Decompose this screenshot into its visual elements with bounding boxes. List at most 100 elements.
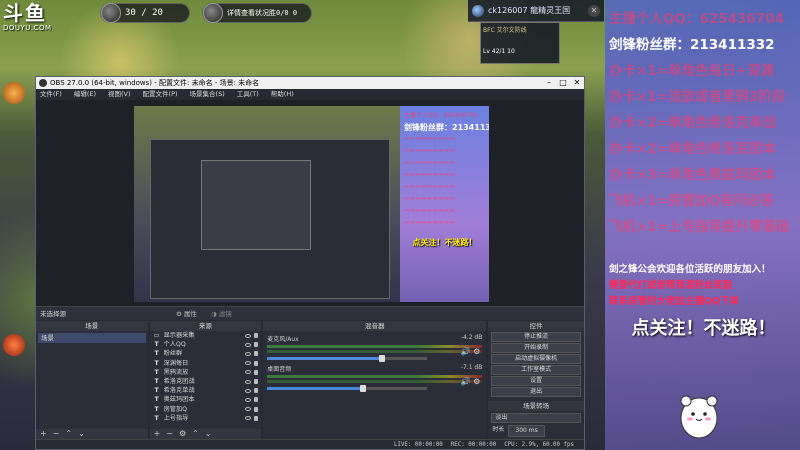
- visibility-icon[interactable]: [245, 333, 252, 338]
- transitions-title: 场景转场: [488, 401, 584, 411]
- character-panel-title: BFC 艾尔文防线: [483, 27, 527, 34]
- source-row[interactable]: T 粉丝群: [150, 349, 262, 358]
- quest-hud[interactable]: 详情查看状况胜0/0 0: [202, 3, 312, 23]
- menu-item[interactable]: 工具(T): [237, 89, 259, 100]
- lock-icon[interactable]: [254, 360, 259, 366]
- text-source-icon: T: [154, 405, 159, 413]
- lock-icon[interactable]: [254, 351, 259, 357]
- sources-toolbar: + − ⚙ ⌃ ⌄: [149, 429, 262, 439]
- level-meter: [267, 350, 483, 353]
- cpu-status: CPU: 2.9%, 60.00 fps: [504, 442, 574, 448]
- lock-icon[interactable]: [254, 415, 259, 421]
- overlay-line: 剑锋粉丝群：213411332: [609, 37, 775, 53]
- preview-game-capture: [134, 106, 400, 302]
- character-card[interactable]: ck126007 龍精灵王国 ✕: [468, 0, 604, 22]
- duration-input[interactable]: 300 ms: [508, 425, 545, 437]
- speaker-icon[interactable]: 🔊 ⚙: [461, 347, 481, 356]
- preview-canvas: 主播个人QQ：625436704 剑锋粉丝群：213411332 ▬▬▬▬▬▬▬…: [134, 106, 489, 302]
- visibility-icon[interactable]: [245, 361, 252, 366]
- properties-button[interactable]: ⚙ 属性: [176, 307, 197, 321]
- visibility-icon[interactable]: [245, 388, 252, 393]
- douyu-logo: 斗鱼 DOUYU.COM: [3, 1, 52, 32]
- control-button[interactable]: 退出: [491, 387, 581, 397]
- filters-button[interactable]: ◑ 滤镜: [211, 307, 232, 321]
- visibility-icon[interactable]: [245, 342, 252, 347]
- overlay-line: 办卡×2=单角色希洛克团本: [609, 141, 777, 157]
- close-icon[interactable]: ✕: [588, 4, 600, 17]
- visibility-icon[interactable]: [245, 397, 252, 402]
- lock-icon[interactable]: [254, 369, 259, 375]
- source-row[interactable]: T 希洛克单战: [150, 386, 262, 395]
- scene-item[interactable]: 场景: [38, 333, 146, 343]
- lock-icon[interactable]: [254, 379, 259, 385]
- source-name: 个人QQ: [163, 341, 186, 349]
- visibility-icon[interactable]: [245, 351, 252, 356]
- menu-item[interactable]: 视图(V): [108, 89, 131, 100]
- lock-icon[interactable]: [254, 388, 259, 394]
- control-button[interactable]: 启动虚拟摄像机: [491, 354, 581, 364]
- text-source-icon: T: [154, 341, 159, 349]
- lock-icon[interactable]: [254, 333, 259, 339]
- visibility-icon[interactable]: [245, 370, 252, 375]
- control-button[interactable]: 停止推流: [491, 332, 581, 342]
- source-row[interactable]: T 深渊每日: [150, 359, 262, 368]
- menu-item[interactable]: 场景集合(S): [190, 89, 225, 100]
- source-row[interactable]: T 希洛克团战: [150, 377, 262, 386]
- volume-slider[interactable]: [267, 355, 428, 362]
- sources-title: 来源: [149, 321, 262, 331]
- overlay-line: 办卡×2=单角色希洛克单战: [609, 115, 777, 131]
- remove-scene-icon[interactable]: −: [53, 429, 60, 439]
- lock-icon[interactable]: [254, 406, 259, 412]
- menu-item[interactable]: 编辑(E): [74, 89, 96, 100]
- close-window-icon[interactable]: ✕: [570, 77, 584, 89]
- energy-hud: 30 / 20: [100, 3, 190, 23]
- menu-item[interactable]: 配置文件(P): [143, 89, 178, 100]
- transition-select[interactable]: 淡出: [491, 413, 581, 423]
- maximize-icon[interactable]: □: [556, 77, 570, 89]
- follow-banner: 点关注！不迷路！: [631, 318, 776, 339]
- source-settings-icon[interactable]: ⚙: [179, 429, 186, 439]
- speaker-icon[interactable]: 🔊 ⚙: [461, 377, 481, 386]
- duration-label: 时长: [492, 426, 505, 433]
- text-source-icon: T: [154, 396, 159, 404]
- text-source-icon: T: [154, 377, 159, 385]
- pet-icon[interactable]: [3, 82, 25, 104]
- obs-titlebar[interactable]: OBS 27.0.0 (64-bit, windows) - 配置文件: 未命名…: [36, 77, 584, 89]
- add-scene-icon[interactable]: +: [40, 429, 47, 439]
- remove-source-icon[interactable]: −: [166, 429, 173, 439]
- source-row[interactable]: T 个人QQ: [150, 340, 262, 349]
- move-down-icon[interactable]: ⌄: [78, 429, 85, 439]
- move-up-icon[interactable]: ⌃: [65, 429, 72, 439]
- add-source-icon[interactable]: +: [154, 429, 161, 439]
- skill-icon[interactable]: [3, 334, 25, 356]
- source-row[interactable]: T 房管加Q: [150, 405, 262, 414]
- source-row[interactable]: ▭ 显示器采集: [150, 331, 262, 340]
- source-name: 黑鸦流放: [163, 368, 189, 376]
- visibility-icon[interactable]: [245, 407, 252, 412]
- control-button[interactable]: 开始录制: [491, 343, 581, 353]
- source-down-icon[interactable]: ⌄: [205, 429, 212, 439]
- visibility-icon[interactable]: [245, 416, 252, 421]
- mixer-channel: 桌面音频 -7.1 dB 🔊 ⚙: [263, 361, 486, 392]
- source-up-icon[interactable]: ⌃: [192, 429, 199, 439]
- lock-icon[interactable]: [254, 342, 259, 348]
- no-source-label: 未选择源: [40, 310, 66, 318]
- scenes-title: 场景: [36, 321, 148, 331]
- volume-slider[interactable]: [267, 385, 428, 392]
- source-row[interactable]: T 上号指导: [150, 414, 262, 423]
- menu-item[interactable]: 文件(F): [40, 89, 62, 100]
- control-button[interactable]: 设置: [491, 376, 581, 386]
- source-name: 显示器采集: [163, 332, 195, 339]
- source-row[interactable]: T 奥兹玛团本: [150, 395, 262, 404]
- source-name: 粉丝群: [163, 350, 183, 358]
- text-source-icon: T: [154, 414, 159, 422]
- visibility-icon[interactable]: [245, 379, 252, 384]
- obs-statusbar: LIVE: 00:00:00 REC: 00:00:00 CPU: 2.9%, …: [36, 439, 584, 449]
- lock-icon[interactable]: [254, 397, 259, 403]
- minimize-icon[interactable]: –: [542, 77, 556, 89]
- control-button[interactable]: 工作室模式: [491, 365, 581, 375]
- menu-item[interactable]: 帮助(H): [271, 89, 294, 100]
- source-row[interactable]: T 黑鸦流放: [150, 368, 262, 377]
- character-level: Lv 42/1 10: [483, 48, 515, 55]
- obs-preview[interactable]: 主播个人QQ：625436704 剑锋粉丝群：213411332 ▬▬▬▬▬▬▬…: [36, 100, 584, 306]
